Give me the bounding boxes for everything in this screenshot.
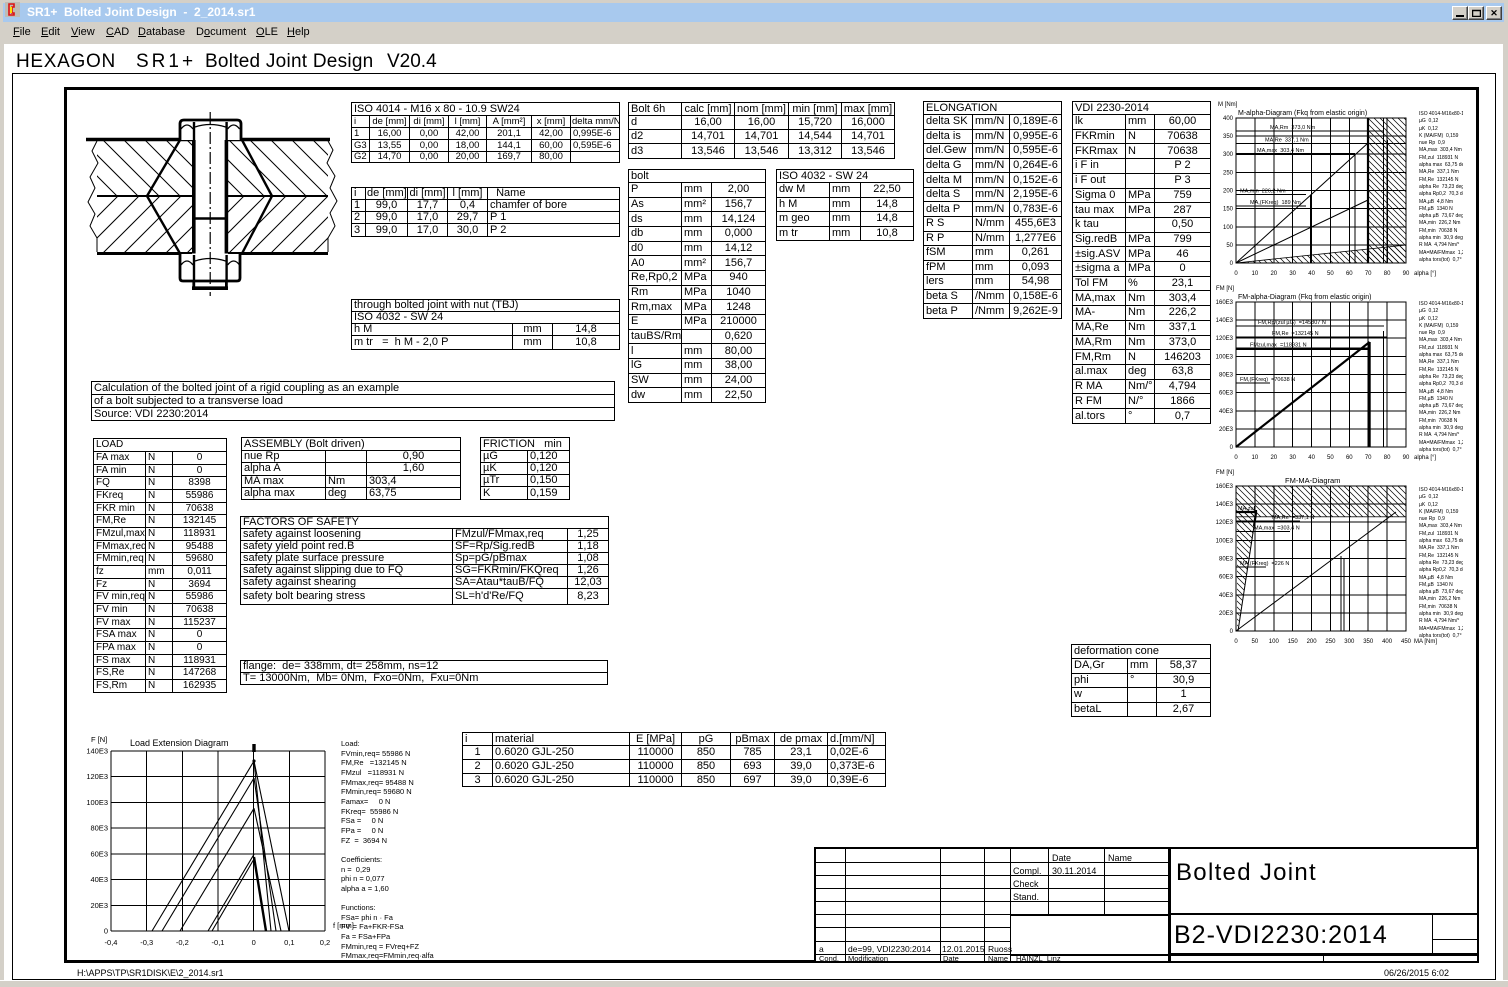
svg-text:50: 50 — [1226, 243, 1233, 249]
svg-text:30: 30 — [1289, 271, 1296, 277]
svg-text:90: 90 — [1403, 455, 1410, 461]
svg-text:0: 0 — [1230, 629, 1234, 635]
svg-text:-0,3: -0,3 — [140, 938, 153, 947]
svg-text:0: 0 — [1234, 639, 1238, 645]
svg-text:100E3: 100E3 — [1216, 354, 1234, 360]
svg-text:100: 100 — [1223, 225, 1234, 231]
svg-text:40E3: 40E3 — [90, 875, 108, 884]
svg-text:FM-MA-Diagram: FM-MA-Diagram — [1285, 476, 1340, 485]
svg-text:alpha [°]: alpha [°] — [1414, 271, 1436, 277]
svg-text:MA,(FKreq) 189 Nm: MA,(FKreq) 189 Nm — [1250, 200, 1301, 206]
svg-text:150: 150 — [1288, 639, 1299, 645]
svg-text:100E3: 100E3 — [1216, 538, 1234, 544]
svg-text:FM [N]: FM [N] — [1216, 286, 1234, 292]
svg-text:MA,min 226,2 Nm: MA,min 226,2 Nm — [1240, 189, 1286, 195]
svg-text:100E3: 100E3 — [86, 798, 108, 807]
svg-text:-0,4: -0,4 — [105, 938, 118, 947]
svg-text:0: 0 — [104, 927, 108, 936]
svg-text:20E3: 20E3 — [90, 901, 108, 910]
svg-text:MA,(FKreq) =226 N: MA,(FKreq) =226 N — [1240, 561, 1289, 567]
svg-text:10: 10 — [1252, 455, 1259, 461]
svg-text:10: 10 — [1252, 271, 1259, 277]
svg-text:160E3: 160E3 — [1216, 484, 1234, 490]
svg-text:Load Extension Diagram: Load Extension Diagram — [130, 738, 229, 748]
svg-text:200: 200 — [1223, 189, 1234, 195]
svg-text:MA,Re 337,1 Nm: MA,Re 337,1 Nm — [1265, 138, 1309, 144]
svg-text:120E3: 120E3 — [1216, 520, 1234, 526]
svg-text:80: 80 — [1384, 455, 1391, 461]
svg-text:120E3: 120E3 — [86, 772, 108, 781]
svg-text:0,1: 0,1 — [284, 938, 294, 947]
svg-text:0: 0 — [1234, 455, 1238, 461]
svg-text:80E3: 80E3 — [1219, 373, 1234, 379]
svg-text:FM,Re =132145 N: FM,Re =132145 N — [1272, 331, 1319, 337]
svg-text:100: 100 — [1269, 639, 1280, 645]
svg-text:40E3: 40E3 — [1219, 593, 1234, 599]
svg-text:50: 50 — [1252, 639, 1259, 645]
svg-text:60E3: 60E3 — [1219, 575, 1234, 581]
svg-text:0: 0 — [1230, 445, 1234, 451]
svg-text:350: 350 — [1223, 134, 1234, 140]
svg-text:FMzul,max =118931 N: FMzul,max =118931 N — [1250, 343, 1307, 349]
svg-text:120E3: 120E3 — [1216, 336, 1234, 342]
svg-text:90: 90 — [1403, 271, 1410, 277]
svg-text:140E3: 140E3 — [1216, 318, 1234, 324]
svg-text:50: 50 — [1327, 455, 1334, 461]
svg-text:20E3: 20E3 — [1219, 427, 1234, 433]
svg-text:FM,(FKreq) =70638 N: FM,(FKreq) =70638 N — [1240, 377, 1295, 383]
svg-text:160E3: 160E3 — [1216, 300, 1234, 306]
svg-text:-0,2: -0,2 — [176, 938, 189, 947]
svg-text:30: 30 — [1289, 455, 1296, 461]
svg-text:80E3: 80E3 — [90, 824, 108, 833]
svg-text:MA,max 303,4 Nm: MA,max 303,4 Nm — [1257, 148, 1304, 154]
svg-text:300: 300 — [1223, 152, 1234, 158]
svg-text:80E3: 80E3 — [1219, 557, 1234, 563]
svg-text:60: 60 — [1346, 455, 1353, 461]
svg-text:FM,Rp/(zul µG) =145807 N: FM,Rp/(zul µG) =145807 N — [1258, 320, 1326, 326]
svg-text:40E3: 40E3 — [1219, 409, 1234, 415]
svg-text:20: 20 — [1270, 455, 1277, 461]
svg-text:70: 70 — [1365, 455, 1372, 461]
svg-text:20E3: 20E3 — [1219, 611, 1234, 617]
svg-text:FM [N]: FM [N] — [1216, 470, 1234, 476]
svg-text:200: 200 — [1307, 639, 1318, 645]
svg-text:0: 0 — [1230, 261, 1234, 267]
svg-text:80: 80 — [1384, 271, 1391, 277]
svg-text:FM-alpha-Diagram (Fkq from ela: FM-alpha-Diagram (Fkq from elastic origi… — [1238, 294, 1371, 301]
svg-text:40: 40 — [1308, 271, 1315, 277]
svg-text:250: 250 — [1223, 170, 1234, 176]
svg-text:140E3: 140E3 — [1216, 502, 1234, 508]
svg-text:M-alpha-Diagram (Fkq from elas: M-alpha-Diagram (Fkq from elastic origin… — [1238, 110, 1367, 117]
svg-text:MA,Rm 373,0 Nm: MA,Rm 373,0 Nm — [1270, 125, 1316, 131]
svg-text:MA,Re =337,1 N: MA,Re =337,1 N — [1272, 515, 1314, 521]
svg-text:60E3: 60E3 — [1219, 391, 1234, 397]
svg-text:alpha [°]: alpha [°] — [1414, 455, 1436, 461]
svg-text:50: 50 — [1327, 271, 1334, 277]
svg-text:0: 0 — [1234, 271, 1238, 277]
svg-text:400: 400 — [1223, 116, 1234, 122]
svg-text:70: 70 — [1365, 271, 1372, 277]
svg-text:-0,1: -0,1 — [212, 938, 225, 947]
svg-text:150: 150 — [1223, 207, 1234, 213]
svg-text:400: 400 — [1382, 639, 1393, 645]
svg-text:0,2: 0,2 — [320, 938, 330, 947]
svg-text:140E3: 140E3 — [86, 747, 108, 756]
svg-text:450: 450 — [1401, 639, 1412, 645]
svg-text:300: 300 — [1344, 639, 1355, 645]
svg-text:40: 40 — [1308, 455, 1315, 461]
svg-text:60E3: 60E3 — [90, 849, 108, 858]
svg-text:MA,zul: MA,zul — [1238, 506, 1255, 512]
svg-text:20: 20 — [1270, 271, 1277, 277]
svg-text:0: 0 — [252, 938, 256, 947]
svg-text:250: 250 — [1325, 639, 1336, 645]
svg-text:F [N]: F [N] — [91, 735, 107, 744]
svg-text:MA,max =303,4 N: MA,max =303,4 N — [1254, 526, 1300, 532]
svg-text:M [Nm]: M [Nm] — [1218, 102, 1238, 108]
svg-text:60: 60 — [1346, 271, 1353, 277]
svg-text:350: 350 — [1363, 639, 1374, 645]
